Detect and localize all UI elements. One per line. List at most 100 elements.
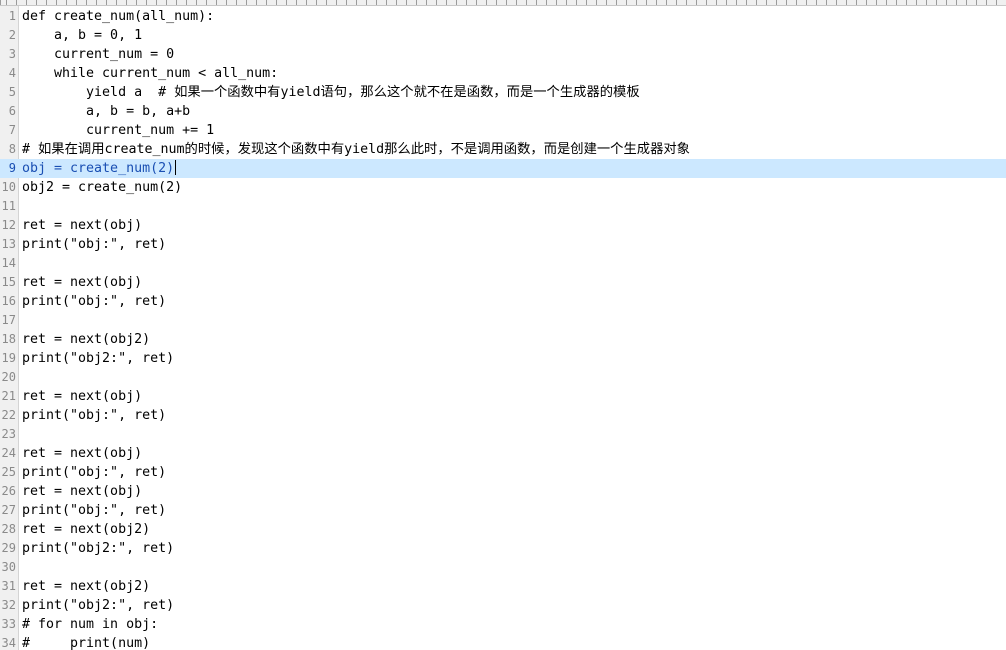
code-text[interactable]: # 如果在调用create_num的时候，发现这个函数中有yield那么此时，不… — [22, 140, 690, 159]
code-editor[interactable]: 1 def create_num(all_num): 2 a, b = 0, 13 … — [0, 0, 1006, 650]
line-number: 32 — [1, 598, 16, 612]
code-text[interactable]: # for num in obj: — [22, 615, 158, 634]
code-text[interactable]: ret = next(obj2) — [22, 330, 150, 349]
code-text[interactable]: current_num += 1 — [22, 121, 214, 140]
code-line-current[interactable]: 9 obj = create_num(2) — [0, 159, 1006, 178]
code-line[interactable]: 29 print("obj2:", ret) — [0, 539, 1006, 558]
code-text[interactable]: ret = next(obj) — [22, 387, 142, 406]
code-line[interactable]: 22 print("obj:", ret) — [0, 406, 1006, 425]
code-text[interactable]: current_num = 0 — [22, 45, 174, 64]
code-text[interactable]: a, b = b, a+b — [22, 102, 190, 121]
code-line[interactable]: 3 current_num = 0 — [0, 45, 1006, 64]
code-line[interactable]: 27 print("obj:", ret) — [0, 501, 1006, 520]
code-line[interactable]: 1 def create_num(all_num): — [0, 7, 1006, 26]
code-text[interactable]: print("obj2:", ret) — [22, 596, 174, 615]
code-line[interactable]: 2 a, b = 0, 1 — [0, 26, 1006, 45]
code-line[interactable]: 23 — [0, 425, 1006, 444]
line-number: 13 — [1, 237, 16, 251]
code-line[interactable]: 18 ret = next(obj2) — [0, 330, 1006, 349]
code-line[interactable]: 31 ret = next(obj2) — [0, 577, 1006, 596]
code-line[interactable]: 11 — [0, 197, 1006, 216]
line-number: 29 — [1, 541, 16, 555]
code-line[interactable]: 14 — [0, 254, 1006, 273]
line-number: 22 — [1, 408, 16, 422]
code-text[interactable]: while current_num < all_num: — [22, 64, 278, 83]
code-line[interactable]: 24 ret = next(obj) — [0, 444, 1006, 463]
line-number: 27 — [1, 503, 16, 517]
line-number: 31 — [1, 579, 16, 593]
code-text[interactable]: print("obj:", ret) — [22, 501, 166, 520]
code-line[interactable]: 20 — [0, 368, 1006, 387]
line-number: 6 — [8, 104, 16, 118]
line-number: 25 — [1, 465, 16, 479]
code-line[interactable]: 33 # for num in obj: — [0, 615, 1006, 634]
text-caret — [175, 160, 177, 175]
code-text[interactable]: print("obj:", ret) — [22, 235, 166, 254]
code-line[interactable]: 26 ret = next(obj) — [0, 482, 1006, 501]
line-number: 7 — [8, 123, 16, 137]
line-number: 17 — [1, 313, 16, 327]
code-line[interactable]: 30 — [0, 558, 1006, 577]
line-number: 5 — [8, 85, 16, 99]
line-number: 34 — [1, 636, 16, 650]
code-line[interactable]: 32 print("obj2:", ret) — [0, 596, 1006, 615]
code-line[interactable]: 17 — [0, 311, 1006, 330]
line-number: 15 — [1, 275, 16, 289]
code-text[interactable]: ret = next(obj) — [22, 444, 142, 463]
code-line[interactable]: 25 print("obj:", ret) — [0, 463, 1006, 482]
code-line[interactable]: 15 ret = next(obj) — [0, 273, 1006, 292]
line-number: 14 — [1, 256, 16, 270]
code-line[interactable]: 16 print("obj:", ret) — [0, 292, 1006, 311]
code-text[interactable]: print("obj:", ret) — [22, 463, 166, 482]
line-number: 28 — [1, 522, 16, 536]
code-line[interactable]: 21 ret = next(obj) — [0, 387, 1006, 406]
line-number: 20 — [1, 370, 16, 384]
code-text[interactable]: ret = next(obj) — [22, 482, 142, 501]
line-number: 26 — [1, 484, 16, 498]
code-line[interactable]: 5 yield a # 如果一个函数中有yield语句，那么这个就不在是函数，而… — [0, 83, 1006, 102]
line-number: 12 — [1, 218, 16, 232]
column-ruler — [0, 0, 1006, 6]
code-line[interactable]: 12 ret = next(obj) — [0, 216, 1006, 235]
line-number: 8 — [8, 142, 16, 156]
line-number: 19 — [1, 351, 16, 365]
code-line[interactable]: 10 obj2 = create_num(2) — [0, 178, 1006, 197]
line-number: 21 — [1, 389, 16, 403]
line-number: 16 — [1, 294, 16, 308]
code-line[interactable]: 13 print("obj:", ret) — [0, 235, 1006, 254]
code-text[interactable]: a, b = 0, 1 — [22, 26, 142, 45]
line-number: 9 — [8, 161, 16, 175]
code-line[interactable]: 34 # print(num) — [0, 634, 1006, 650]
code-text[interactable]: ret = next(obj2) — [22, 577, 150, 596]
code-text[interactable]: ret = next(obj) — [22, 216, 142, 235]
line-number: 30 — [1, 560, 16, 574]
code-line[interactable]: 19 print("obj2:", ret) — [0, 349, 1006, 368]
code-text[interactable]: obj = create_num(2) — [22, 159, 177, 178]
line-number: 24 — [1, 446, 16, 460]
code-text[interactable]: def create_num(all_num): — [22, 7, 214, 26]
code-text[interactable]: obj2 = create_num(2) — [22, 178, 182, 197]
line-number: 2 — [8, 28, 16, 42]
code-line[interactable]: 6 a, b = b, a+b — [0, 102, 1006, 121]
line-number: 18 — [1, 332, 16, 346]
code-text[interactable]: yield a # 如果一个函数中有yield语句，那么这个就不在是函数，而是一… — [22, 83, 640, 102]
code-text[interactable]: ret = next(obj) — [22, 273, 142, 292]
line-number: 4 — [8, 66, 16, 80]
code-line[interactable]: 8 # 如果在调用create_num的时候，发现这个函数中有yield那么此时，… — [0, 140, 1006, 159]
code-text[interactable]: print("obj2:", ret) — [22, 349, 174, 368]
code-text[interactable]: # print(num) — [22, 634, 150, 650]
code-text[interactable]: print("obj:", ret) — [22, 292, 166, 311]
line-number: 10 — [1, 180, 16, 194]
code-text[interactable]: print("obj2:", ret) — [22, 539, 174, 558]
code-text[interactable]: ret = next(obj2) — [22, 520, 150, 539]
code-lines[interactable]: 1 def create_num(all_num): 2 a, b = 0, 13 … — [0, 7, 1006, 650]
line-number: 11 — [1, 199, 16, 213]
line-number: 33 — [1, 617, 16, 631]
code-text[interactable]: print("obj:", ret) — [22, 406, 166, 425]
line-number: 3 — [8, 47, 16, 61]
line-number: 23 — [1, 427, 16, 441]
code-line[interactable]: 28 ret = next(obj2) — [0, 520, 1006, 539]
line-number: 1 — [8, 9, 16, 23]
code-line[interactable]: 4 while current_num < all_num: — [0, 64, 1006, 83]
code-line[interactable]: 7 current_num += 1 — [0, 121, 1006, 140]
